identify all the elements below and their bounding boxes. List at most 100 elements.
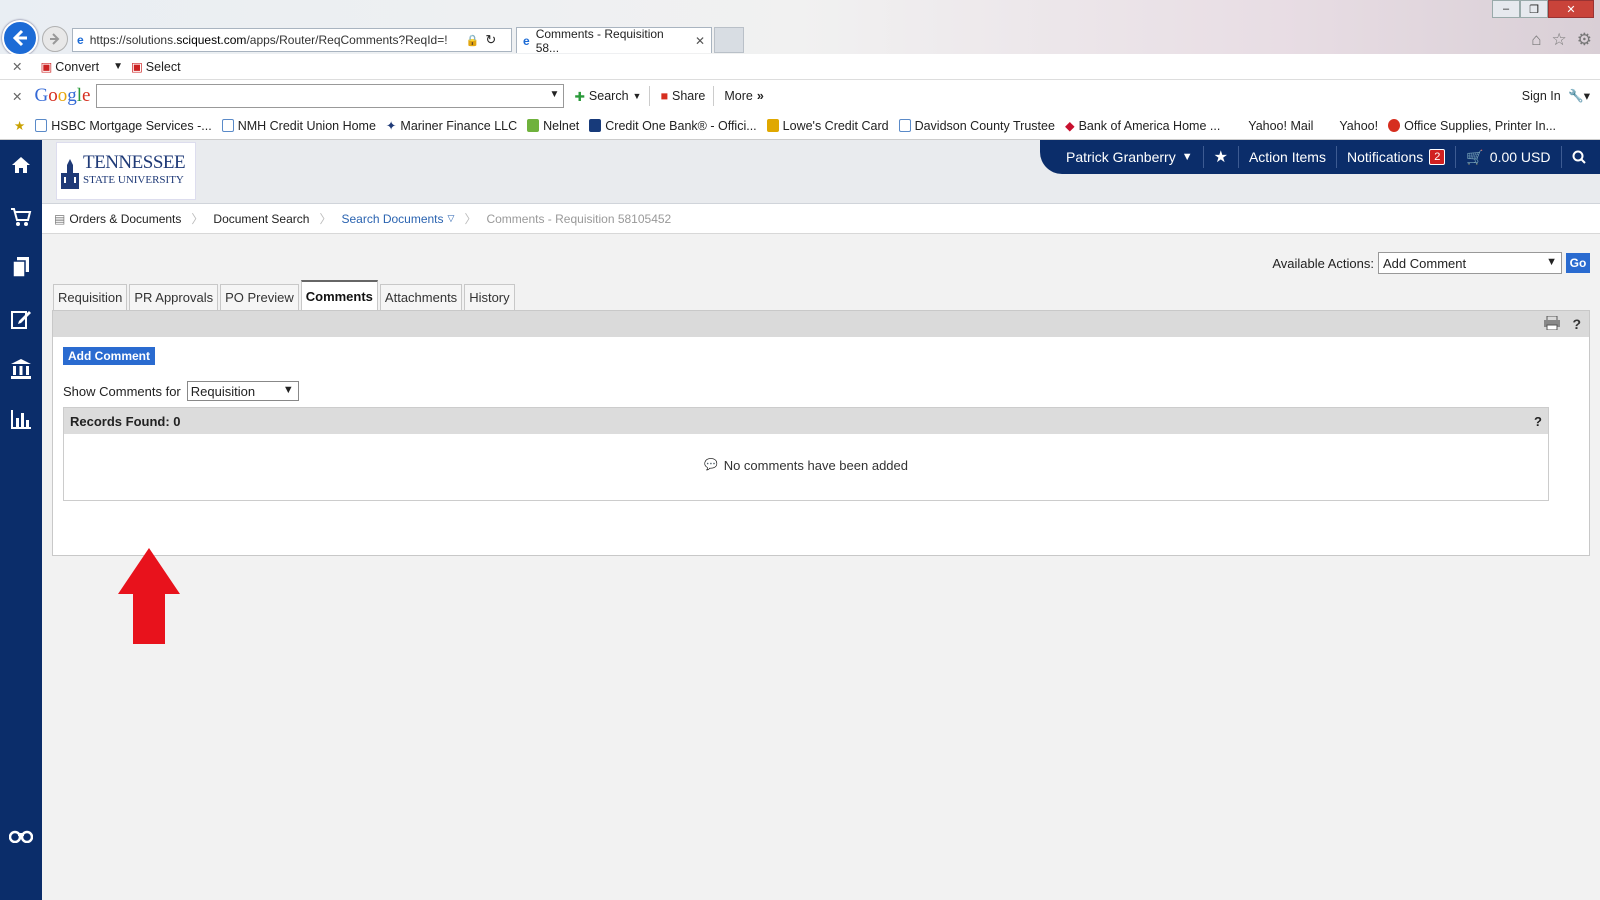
page-icon xyxy=(221,119,234,132)
favorite-link[interactable]: Davidson County Trustee xyxy=(898,119,1055,133)
tab-pr-approvals[interactable]: PR Approvals xyxy=(129,284,219,310)
notifications-link[interactable]: Notifications 2 xyxy=(1337,146,1457,168)
share-icon: ■ xyxy=(660,89,669,103)
close-toolbar-icon[interactable]: ✕ xyxy=(12,59,22,74)
tab-po-preview[interactable]: PO Preview xyxy=(220,284,299,310)
available-actions-select[interactable]: Add Comment ▼ xyxy=(1378,252,1562,274)
ie-page-icon: e xyxy=(77,33,84,47)
show-comments-label: Show Comments for xyxy=(63,383,181,399)
window-controls: – ❐ ✕ xyxy=(1492,0,1594,18)
favorite-link[interactable]: Office Supplies, Printer In... xyxy=(1388,119,1556,133)
user-menu[interactable]: Patrick Granberry ▼ xyxy=(1040,146,1204,168)
app-header: Tennessee State University Patrick Granb… xyxy=(42,140,1600,204)
pdf-toolbar: ✕ ▣ Convert ▼ ▣ Select xyxy=(0,54,1600,80)
show-comments-select[interactable]: Requisition ▼ xyxy=(186,381,299,401)
back-button[interactable] xyxy=(2,20,38,56)
forward-button[interactable] xyxy=(42,26,68,52)
breadcrumb-orders[interactable]: ▤ Orders & Documents xyxy=(54,212,191,226)
favorite-link[interactable]: Credit One Bank® - Offici... xyxy=(589,119,757,133)
tab-comments[interactable]: Comments xyxy=(300,280,378,310)
cart-link[interactable]: 🛒 0.00 USD xyxy=(1456,146,1562,168)
search-button[interactable] xyxy=(1562,146,1596,168)
empty-state-message: No comments have been added xyxy=(723,458,908,473)
arrow-right-icon xyxy=(50,33,60,45)
home-icon[interactable] xyxy=(0,150,42,180)
app-sidebar xyxy=(0,140,42,900)
sign-in-link[interactable]: Sign In 🔧▾ xyxy=(1522,88,1590,104)
browser-tab-active[interactable]: e Comments - Requisition 58... ✕ xyxy=(516,26,712,55)
ie-tab-icon: e xyxy=(523,33,530,48)
browser-titlebar: e https://solutions.sciquest.com/apps/Ro… xyxy=(0,0,1600,56)
action-items-link[interactable]: Action Items xyxy=(1239,146,1337,168)
favorite-link[interactable]: Yahoo! xyxy=(1339,119,1378,133)
chevron-down-icon: ▽ xyxy=(447,213,455,223)
minimize-button[interactable]: – xyxy=(1492,0,1520,18)
page-icon xyxy=(898,119,911,132)
shopping-cart-icon[interactable] xyxy=(0,202,42,232)
new-tab-button[interactable] xyxy=(714,27,744,53)
favorite-link[interactable]: ◆ Bank of America Home ... xyxy=(1065,118,1220,134)
close-google-toolbar-icon[interactable]: ✕ xyxy=(12,89,22,104)
available-actions-label: Available Actions: xyxy=(1272,255,1374,271)
favorite-link[interactable]: HSBC Mortgage Services -... xyxy=(35,119,212,133)
user-bar: Patrick Granberry ▼ ★ Action Items Notif… xyxy=(1040,140,1600,174)
star-icon[interactable]: ☆ xyxy=(1552,30,1567,50)
chevron-down-icon[interactable]: ▼ xyxy=(550,89,560,100)
tab-attachments[interactable]: Attachments xyxy=(379,284,463,310)
records-found-label: Records Found: 0 xyxy=(70,413,181,429)
wrench-icon[interactable]: 🔧▾ xyxy=(1568,89,1590,103)
share-button[interactable]: ■ Share xyxy=(660,89,705,103)
empty-state: 💬 No comments have been added xyxy=(64,458,1548,473)
panel-toolbar: ? xyxy=(53,311,1589,337)
logo-line2: State University xyxy=(83,174,184,186)
refresh-icon[interactable]: ↻ xyxy=(485,32,496,48)
bar-chart-icon[interactable] xyxy=(0,404,42,434)
address-url: https://solutions.sciquest.com/apps/Rout… xyxy=(89,33,448,47)
convert-button[interactable]: ▣ Convert xyxy=(40,59,99,75)
home-icon[interactable]: ⌂ xyxy=(1531,30,1541,50)
select-button[interactable]: ▣ Select xyxy=(131,59,181,75)
tab-requisition[interactable]: Requisition xyxy=(53,284,128,310)
add-comment-button[interactable]: Add Comment xyxy=(63,347,155,365)
gear-icon[interactable]: ⚙ xyxy=(1577,30,1592,50)
browser-tab-title: Comments - Requisition 58... xyxy=(535,26,664,55)
breadcrumb-search-documents[interactable]: Search Documents ▽ xyxy=(341,212,464,226)
caret-down-icon: ▼ xyxy=(1181,151,1193,163)
favorite-link[interactable]: Nelnet xyxy=(527,119,579,133)
favorite-link[interactable]: NMH Credit Union Home xyxy=(221,119,376,133)
tsu-logo[interactable]: Tennessee State University xyxy=(56,142,196,200)
notifications-badge: 2 xyxy=(1429,149,1446,165)
main-content: Available Actions: Add Comment ▼ Go Requ… xyxy=(42,234,1600,900)
favorite-link[interactable]: Lowe's Credit Card xyxy=(766,119,889,133)
browser-icons: ⌂ ☆ ⚙ xyxy=(1531,30,1592,50)
records-help-icon[interactable]: ? xyxy=(1534,414,1542,429)
favorite-link[interactable]: Yahoo! Mail xyxy=(1248,119,1313,133)
lowes-icon xyxy=(766,119,779,132)
edit-form-icon[interactable] xyxy=(0,304,42,334)
breadcrumb-document-search[interactable]: Document Search xyxy=(213,212,319,226)
google-search-icon: ✚ xyxy=(574,89,585,104)
convert-dropdown-icon[interactable]: ▼ xyxy=(113,61,123,72)
lock-icon: 🔒 xyxy=(465,34,480,47)
google-search-input[interactable]: ▼ xyxy=(96,84,565,108)
more-button[interactable]: More » xyxy=(724,89,763,103)
google-search-button[interactable]: ✚ Search ▼ xyxy=(574,89,641,104)
search-dropdown-icon[interactable]: ▼ xyxy=(633,91,642,101)
restore-button[interactable]: ❐ xyxy=(1520,0,1548,18)
star-icon: ★ xyxy=(1213,149,1228,166)
breadcrumb-separator: 〉 xyxy=(464,212,477,226)
close-window-button[interactable]: ✕ xyxy=(1548,0,1594,18)
help-icon[interactable]: ? xyxy=(1572,316,1581,332)
print-icon[interactable] xyxy=(1543,315,1561,333)
bank-icon[interactable] xyxy=(0,354,42,384)
binoculars-icon[interactable] xyxy=(0,820,42,850)
favorite-link[interactable]: ✦ Mariner Finance LLC xyxy=(386,118,517,134)
favorites-star-button[interactable]: ★ xyxy=(1204,146,1239,168)
favorites-star-icon[interactable]: ★ xyxy=(14,118,25,133)
go-button[interactable]: Go xyxy=(1566,253,1590,273)
tab-history[interactable]: History xyxy=(464,284,515,310)
documents-icon[interactable] xyxy=(0,252,42,282)
close-tab-icon[interactable]: ✕ xyxy=(695,34,705,48)
logo-line1: Tennessee xyxy=(83,152,186,173)
address-bar[interactable]: e https://solutions.sciquest.com/apps/Ro… xyxy=(72,28,512,52)
